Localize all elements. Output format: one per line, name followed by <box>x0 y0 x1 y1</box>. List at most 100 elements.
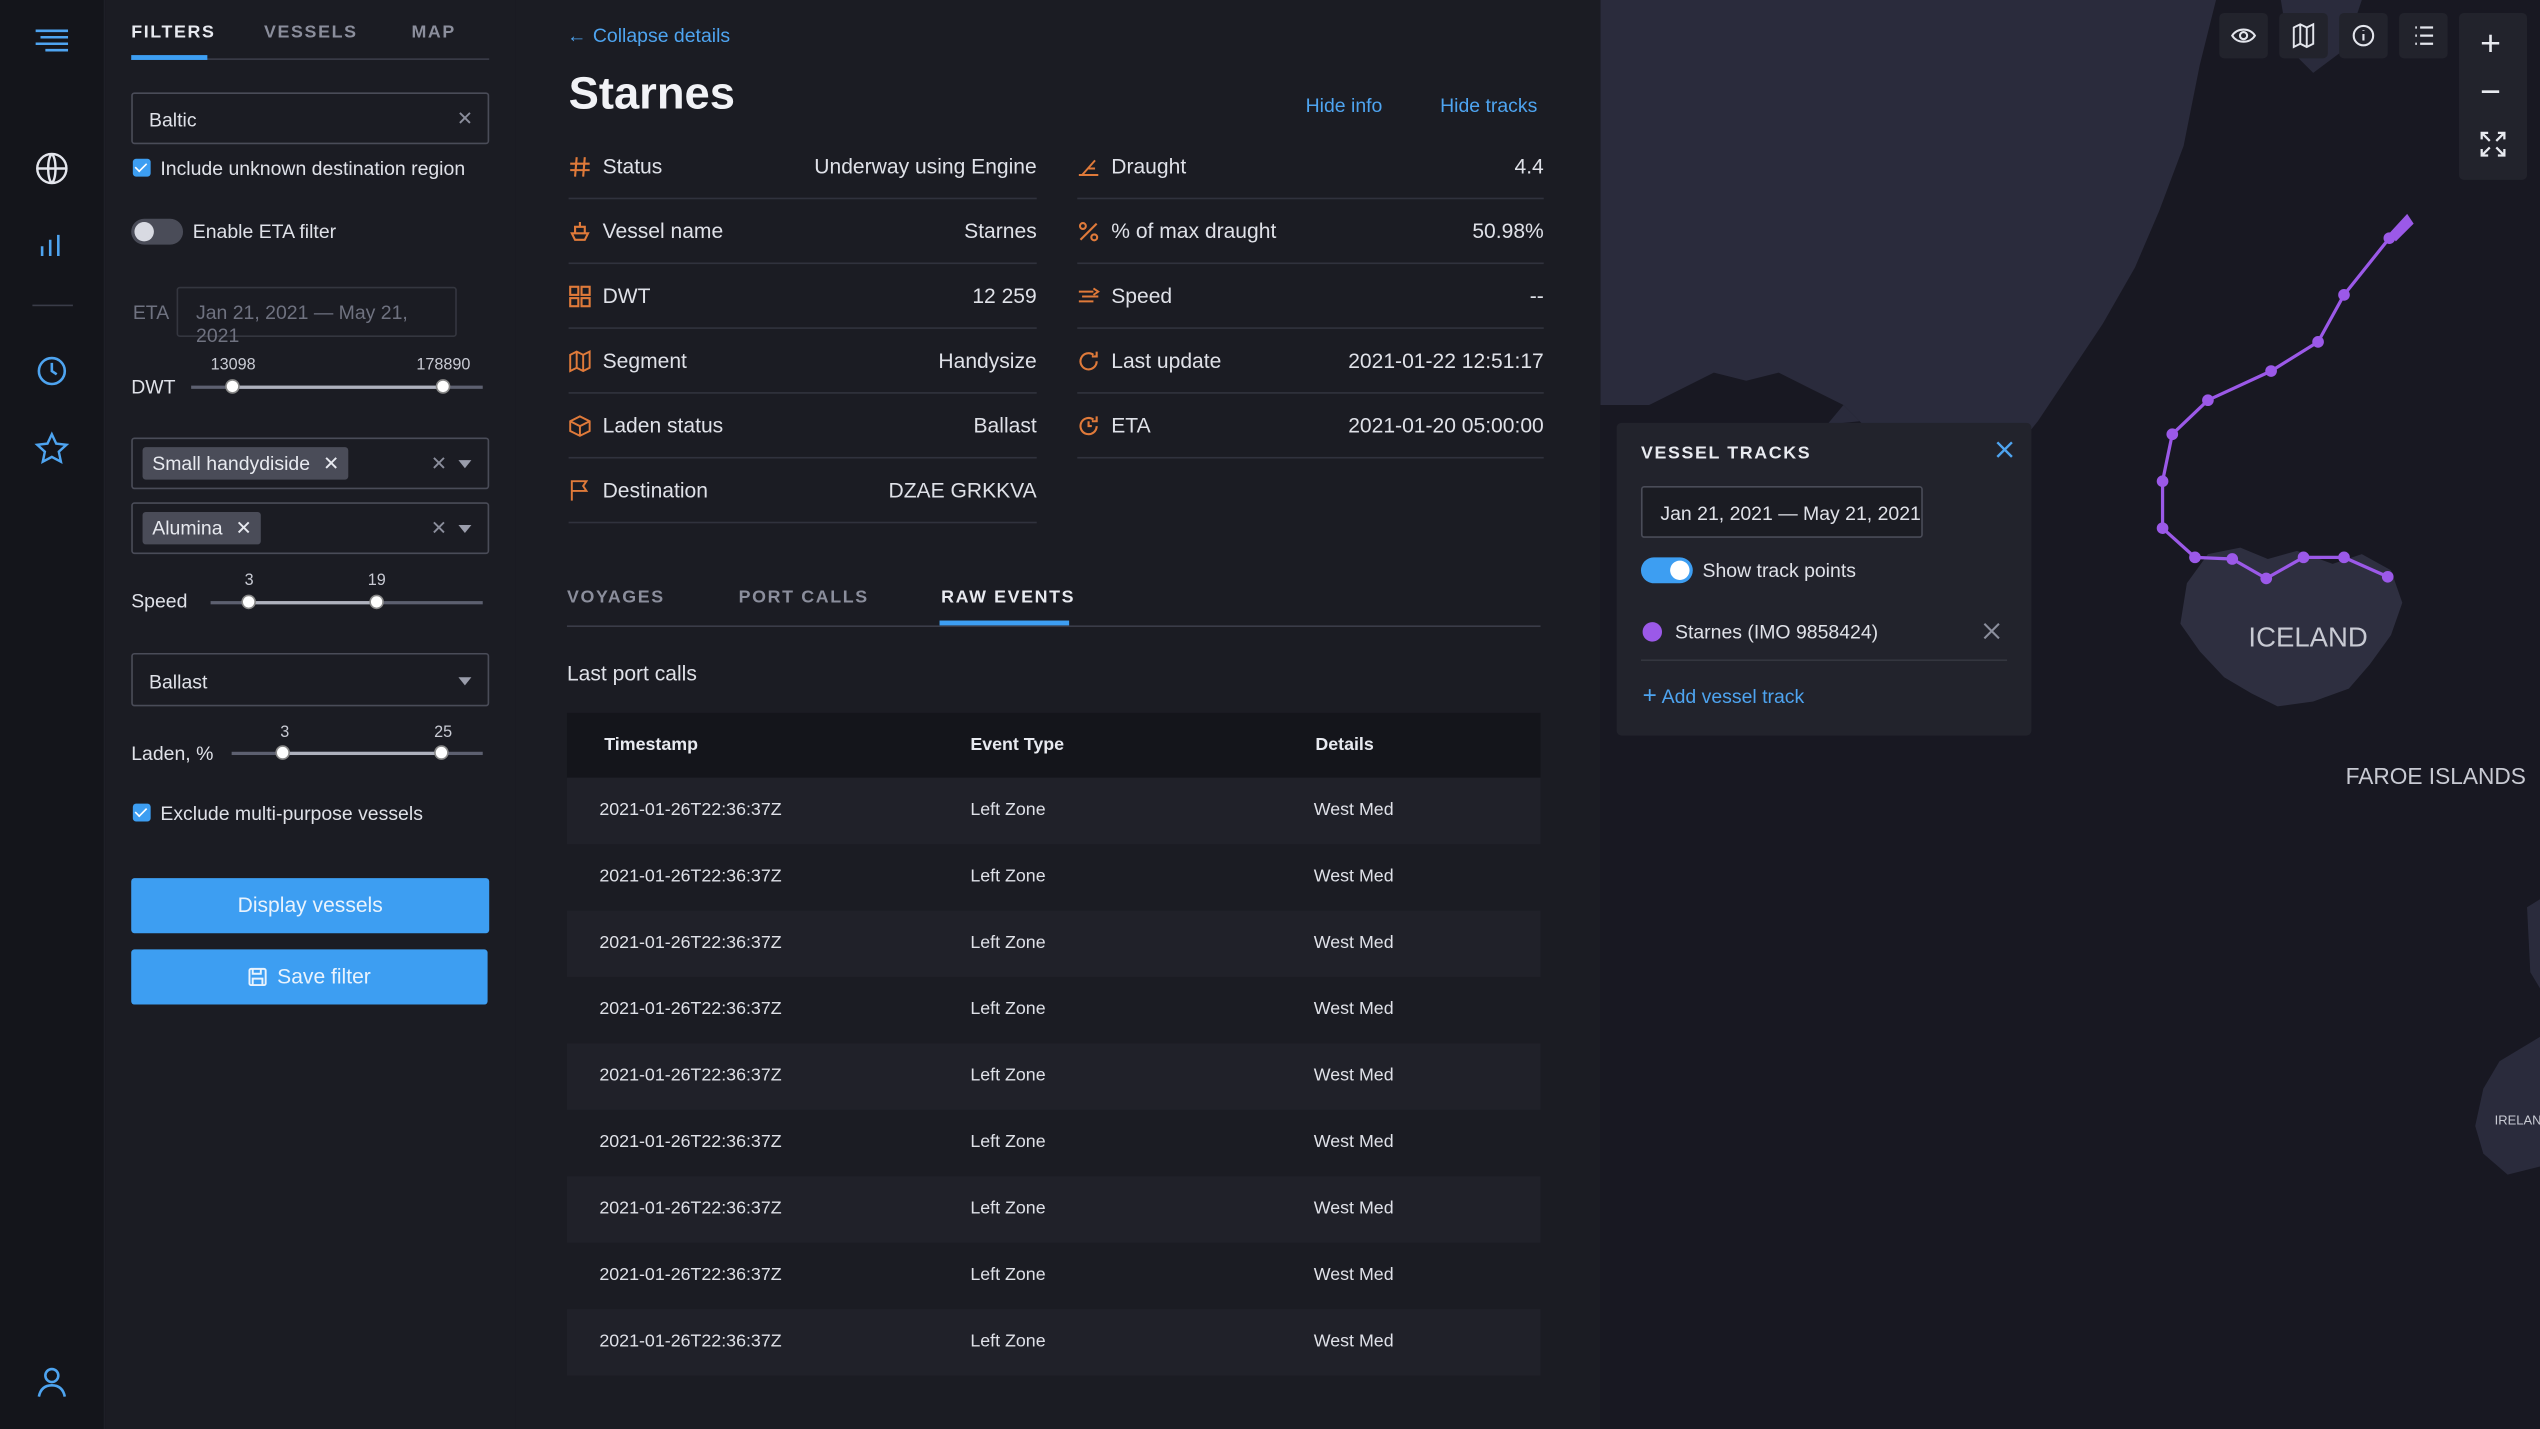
vessel-title: Starnes <box>568 68 735 119</box>
laden-slider-min-handle[interactable] <box>275 745 290 760</box>
chevron-down-icon[interactable] <box>458 460 472 469</box>
segment-multiselect[interactable]: Small handydiside ✕ ✕ <box>131 437 490 490</box>
filter-tabs: FILTERS VESSELS MAP <box>131 0 490 60</box>
show-track-points-toggle[interactable] <box>1640 557 1693 584</box>
collapse-details-label: Collapse details <box>592 24 731 47</box>
chart-icon[interactable] <box>32 227 71 266</box>
include-unknown-checkbox[interactable] <box>132 158 151 177</box>
segment-chip: Small handydiside ✕ <box>142 447 350 480</box>
speed-slider-max-handle[interactable] <box>369 594 384 610</box>
tab-filters[interactable]: FILTERS <box>131 23 215 42</box>
clear-icon[interactable]: ✕ <box>431 517 447 540</box>
hash-icon <box>569 156 592 179</box>
table-row[interactable]: 2021-01-26T22:36:37Z Left Zone West Med <box>567 1243 1541 1309</box>
dwt-slider-min-handle[interactable] <box>225 379 240 394</box>
section-title: Last port calls <box>566 661 697 686</box>
add-vessel-track-link[interactable]: + Add vessel track <box>1643 682 1805 710</box>
eta-filter-toggle[interactable] <box>131 218 184 245</box>
tab-voyages[interactable]: VOYAGES <box>567 588 665 607</box>
hide-info-link[interactable]: Hide info <box>1306 94 1383 117</box>
prop-key: Draught <box>1111 153 1187 179</box>
remove-track-icon[interactable] <box>1983 622 2001 640</box>
table-row[interactable]: 2021-01-26T22:36:37Z Left Zone West Med <box>566 777 1541 845</box>
table-row[interactable]: 2021-01-26T22:36:37Z Left Zone West Med <box>567 977 1541 1043</box>
include-unknown-label: Include unknown destination region <box>160 157 466 180</box>
track-point <box>2189 551 2201 564</box>
dwt-max-value: 178890 <box>416 356 471 375</box>
table-cell: Left Zone <box>970 1331 1046 1352</box>
table-row[interactable]: 2021-01-26T22:36:37Z Left Zone West Med <box>567 1110 1541 1176</box>
eta-date-input[interactable]: Jan 21, 2021 — May 21, 2021 <box>176 286 457 347</box>
globe-icon[interactable] <box>32 149 71 188</box>
table-row[interactable]: 2021-01-26T22:36:37Z Left Zone West Med <box>566 1309 1541 1376</box>
save-filter-button[interactable]: Save filter <box>131 949 488 1005</box>
prop-draught: Draught 4.4 <box>1077 134 1544 200</box>
ship-icon <box>569 220 592 243</box>
events-table: Timestamp Event Type Details 2021-01-26T… <box>566 712 1541 1376</box>
cargo-multiselect[interactable]: Alumina ✕ ✕ <box>131 502 490 555</box>
zoom-in-button[interactable]: + <box>2480 23 2501 65</box>
list-icon[interactable] <box>2399 12 2448 59</box>
prop-key: Speed <box>1111 283 1173 308</box>
vessel-tracks-panel: VESSEL TRACKS Jan 21, 2021 — May 21, 202… <box>1616 422 2032 736</box>
table-row[interactable]: 2021-01-26T22:36:37Z Left Zone West Med <box>566 1176 1541 1243</box>
remove-chip-icon[interactable]: ✕ <box>323 452 339 475</box>
chevron-down-icon[interactable] <box>458 677 472 686</box>
eta-toggle-label: Enable ETA filter <box>192 220 337 244</box>
map-layers-icon[interactable] <box>2279 12 2328 59</box>
clock-icon[interactable] <box>32 352 71 391</box>
table-cell: 2021-01-26T22:36:37Z <box>599 1331 782 1352</box>
table-row[interactable]: 2021-01-26T22:36:37Z Left Zone West Med <box>566 910 1541 977</box>
close-icon[interactable] <box>1994 439 2015 460</box>
laden-status-select[interactable]: Ballast <box>131 652 490 707</box>
dwt-slider-max-handle[interactable] <box>435 379 451 394</box>
table-row[interactable]: 2021-01-26T22:36:37Z Left Zone West Med <box>567 844 1541 910</box>
clear-icon[interactable]: ✕ <box>431 452 447 475</box>
tab-map[interactable]: MAP <box>411 23 455 42</box>
track-point <box>2265 365 2277 377</box>
tab-port-calls[interactable]: PORT CALLS <box>739 588 869 607</box>
track-line <box>2160 220 2404 581</box>
star-icon[interactable] <box>32 429 71 468</box>
laden-slider-max-handle[interactable] <box>434 745 449 760</box>
tab-vessels[interactable]: VESSELS <box>264 23 358 42</box>
faroe-islands-label: FAROE ISLANDS <box>2345 763 2526 790</box>
column-header[interactable]: Event Type <box>970 736 1064 755</box>
prop-segment: Segment Handysize <box>568 329 1037 394</box>
collapse-details-link[interactable]: ← Collapse details <box>567 24 730 47</box>
prop-eta: ETA 2021-01-20 05:00:00 <box>1077 394 1544 459</box>
zoom-out-button[interactable]: − <box>2480 71 2501 113</box>
dwt-min-value: 13098 <box>210 356 256 375</box>
menu-icon[interactable] <box>32 21 71 60</box>
track-date-input[interactable]: Jan 21, 2021 — May 21, 2021 <box>1640 486 1923 538</box>
exclude-multipurpose-checkbox[interactable] <box>132 803 151 822</box>
table-row[interactable]: 2021-01-26T22:36:37Z Left Zone West Med <box>566 1043 1541 1110</box>
chevron-down-icon[interactable] <box>458 524 472 534</box>
speed-slider-min-handle[interactable] <box>241 594 256 610</box>
map-view[interactable]: ICELAND FAROE ISLANDS IRELAN + − VESSEL … <box>1600 0 2540 1429</box>
prop-destination: Destination DZAE GRKKVA <box>568 459 1037 524</box>
tab-raw-events[interactable]: RAW EVENTS <box>941 588 1075 607</box>
eta-icon <box>1077 415 1100 438</box>
info-icon[interactable] <box>2339 12 2388 59</box>
prop-value: Starnes <box>964 218 1037 244</box>
remove-chip-icon[interactable]: ✕ <box>235 517 251 540</box>
prop-key: Laden status <box>602 413 724 438</box>
prop-value: 12 259 <box>972 283 1037 308</box>
dwt-label: DWT <box>131 375 176 399</box>
zoom-controls: + − <box>2459 12 2528 180</box>
region-input[interactable]: Baltic ✕ <box>131 92 490 145</box>
fullscreen-icon[interactable] <box>2480 131 2506 157</box>
column-header[interactable]: Timestamp <box>604 736 698 755</box>
display-vessels-button[interactable]: Display vessels <box>131 878 490 934</box>
prop-value: 4.4 <box>1514 153 1544 179</box>
percent-icon <box>1077 220 1100 243</box>
hide-tracks-link[interactable]: Hide tracks <box>1440 94 1537 117</box>
track-date-value: Jan 21, 2021 — May 21, 2021 <box>1660 502 1921 525</box>
column-header[interactable]: Details <box>1315 736 1373 755</box>
user-icon[interactable] <box>32 1363 71 1402</box>
dwt-slider-range <box>233 385 444 389</box>
track-point <box>2338 289 2350 301</box>
clear-icon[interactable]: ✕ <box>457 107 473 130</box>
eye-icon[interactable] <box>2219 12 2268 59</box>
